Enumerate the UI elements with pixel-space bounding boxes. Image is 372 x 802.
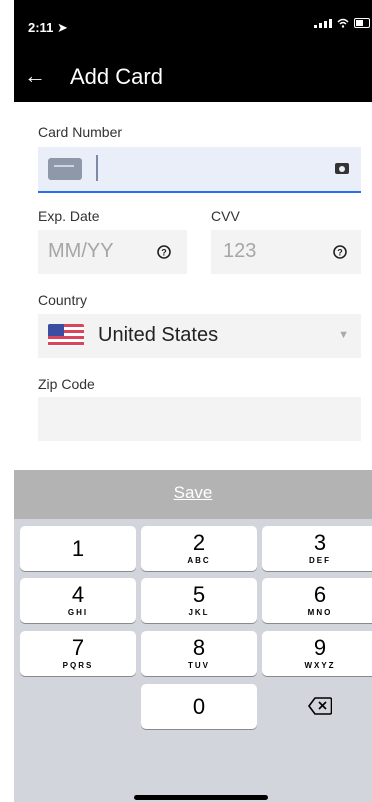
key-letters: GHI xyxy=(67,608,89,617)
key-2[interactable]: 2 ABC xyxy=(141,526,257,571)
key-digit: 8 xyxy=(192,635,206,660)
page-title: Add Card xyxy=(70,64,163,89)
back-arrow-icon[interactable]: ← xyxy=(24,63,46,89)
country-value: United States xyxy=(98,324,219,346)
cvv-placeholder: 123 xyxy=(223,240,257,262)
key-5[interactable]: 5 JKL xyxy=(141,578,257,623)
help-circle-icon[interactable]: ? xyxy=(157,245,171,259)
key-digit: 0 xyxy=(192,694,206,719)
status-bar: 2:11 ➤ xyxy=(14,0,372,56)
status-icons xyxy=(314,18,370,28)
key-letters: WXYZ xyxy=(304,661,336,670)
us-flag-icon xyxy=(48,324,84,346)
save-button[interactable]: Save xyxy=(14,483,372,503)
country-label: Country xyxy=(38,292,88,308)
key-digit: 7 xyxy=(71,635,85,660)
location-arrow-icon: ➤ xyxy=(56,20,68,35)
cvv-label: CVV xyxy=(211,208,240,224)
credit-card-icon xyxy=(48,158,82,180)
wifi-icon xyxy=(337,18,349,28)
numeric-keyboard: Save 1 2 ABC 3 DEF 4 GHI 5 JKL 6 MNO 7 P… xyxy=(14,470,372,802)
text-cursor xyxy=(96,155,98,181)
card-number-input[interactable] xyxy=(38,147,361,193)
save-bar: Save xyxy=(14,470,372,519)
key-3[interactable]: 3 DEF xyxy=(262,526,372,571)
key-digit: 6 xyxy=(313,582,327,607)
key-letters: PQRS xyxy=(62,661,94,670)
svg-text:?: ? xyxy=(161,248,167,258)
key-digit: 1 xyxy=(71,536,85,561)
key-digit: 4 xyxy=(71,582,85,607)
country-select[interactable]: United States ▼ xyxy=(38,314,361,358)
key-letters: DEF xyxy=(309,556,331,565)
key-letters: MNO xyxy=(307,608,333,617)
key-digit: 2 xyxy=(192,530,206,555)
exp-date-label: Exp. Date xyxy=(38,208,100,224)
key-7[interactable]: 7 PQRS xyxy=(20,631,136,676)
zip-code-input[interactable] xyxy=(38,397,361,441)
zip-code-label: Zip Code xyxy=(38,376,95,392)
help-circle-icon[interactable]: ? xyxy=(333,245,347,259)
key-letters: ABC xyxy=(187,556,211,565)
svg-text:?: ? xyxy=(337,248,343,258)
key-digit: 5 xyxy=(192,582,206,607)
home-indicator xyxy=(134,795,268,800)
key-9[interactable]: 9 WXYZ xyxy=(262,631,372,676)
exp-date-placeholder: MM/YY xyxy=(48,240,114,262)
nav-bar: ← Add Card xyxy=(14,56,372,102)
key-digit: 9 xyxy=(313,635,327,660)
key-6[interactable]: 6 MNO xyxy=(262,578,372,623)
key-letters: TUV xyxy=(188,661,210,670)
battery-icon xyxy=(354,18,370,28)
status-time-text: 2:11 xyxy=(28,20,54,35)
card-number-label: Card Number xyxy=(38,124,123,140)
key-digit: 3 xyxy=(313,530,327,555)
key-1[interactable]: 1 xyxy=(20,526,136,571)
key-0[interactable]: 0 xyxy=(141,684,257,729)
backspace-icon xyxy=(308,697,332,715)
key-8[interactable]: 8 TUV xyxy=(141,631,257,676)
delete-key[interactable] xyxy=(262,684,372,729)
status-time: 2:11 ➤ xyxy=(28,20,68,36)
key-letters: JKL xyxy=(188,608,210,617)
cvv-input[interactable]: 123 ? xyxy=(211,230,361,274)
chevron-down-icon: ▼ xyxy=(338,329,349,341)
exp-date-input[interactable]: MM/YY ? xyxy=(38,230,187,274)
signal-icon xyxy=(314,18,332,28)
camera-icon[interactable] xyxy=(335,163,349,174)
key-4[interactable]: 4 GHI xyxy=(20,578,136,623)
